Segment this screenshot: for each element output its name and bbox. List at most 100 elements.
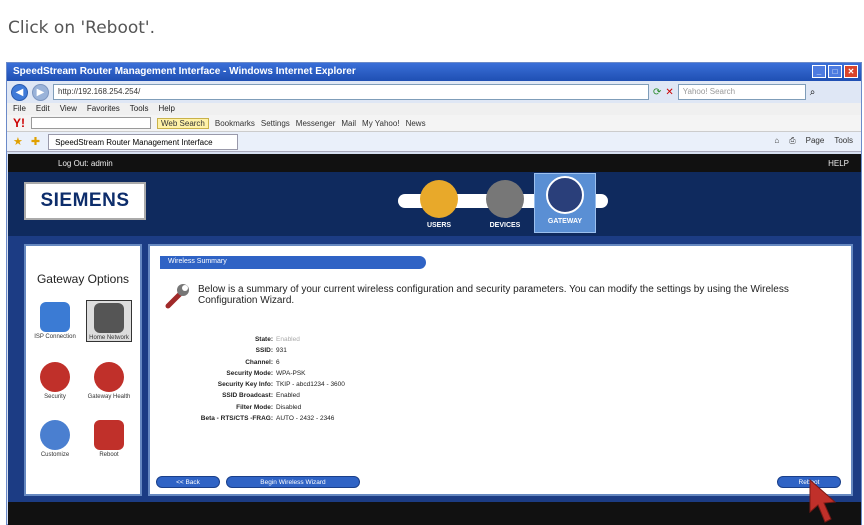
stop-icon[interactable]: ✕ bbox=[665, 87, 673, 98]
nav-devices-label: DEVICES bbox=[489, 222, 521, 229]
minimize-icon[interactable]: _ bbox=[812, 65, 826, 78]
nav-users[interactable]: USERS bbox=[410, 178, 468, 233]
menu-tools[interactable]: Tools bbox=[130, 104, 149, 114]
field-key: State: bbox=[254, 336, 273, 343]
browser-tab[interactable]: SpeedStream Router Management Interface bbox=[48, 133, 239, 150]
url-input[interactable]: http://192.168.254.254/ bbox=[53, 84, 649, 100]
field-value: Disabled bbox=[276, 403, 302, 411]
field-row: Security Key Info: TKIP - abcd1234 - 3600 bbox=[160, 379, 345, 390]
nav-gateway-label: GATEWAY bbox=[547, 218, 583, 225]
window-titlebar: SpeedStream Router Management Interface … bbox=[7, 63, 861, 81]
address-bar-row: ◀ ▶ http://192.168.254.254/ ⟳ ✕ Yahoo! S… bbox=[7, 81, 861, 103]
devices-icon bbox=[486, 180, 524, 218]
instruction-text: Click on 'Reboot'. bbox=[8, 18, 156, 38]
field-key: Beta - RTS/CTS -FRAG: bbox=[200, 415, 273, 423]
option-isp-connection[interactable]: ISP Connection bbox=[32, 302, 78, 340]
forward-arrow-icon[interactable]: ▶ bbox=[32, 83, 49, 101]
page-menu[interactable]: Page bbox=[806, 136, 825, 146]
users-icon bbox=[420, 180, 458, 218]
tab-row: ★ ✚ SpeedStream Router Management Interf… bbox=[7, 132, 861, 152]
home-icon[interactable]: ⌂ bbox=[774, 136, 779, 146]
router-top-bar: Log Out: admin HELP bbox=[8, 154, 861, 172]
window-controls: _ □ ✕ bbox=[812, 65, 858, 78]
menu-file[interactable]: File bbox=[13, 104, 26, 114]
web-search-button[interactable]: Web Search bbox=[157, 117, 209, 129]
command-bar: ⌂ ⎙ Page Tools bbox=[774, 136, 853, 146]
menu-view[interactable]: View bbox=[60, 104, 77, 114]
router-header: SIEMENS USERS DEVICES GATEWAY bbox=[8, 172, 861, 236]
yahoo-toolbar: Y! Web Search Bookmarks Settings Messeng… bbox=[7, 115, 861, 132]
nav-users-label: USERS bbox=[426, 222, 452, 229]
close-icon[interactable]: ✕ bbox=[844, 65, 858, 78]
option-customize-label: Customize bbox=[40, 452, 70, 458]
customize-icon bbox=[40, 420, 70, 450]
tools-menu[interactable]: Tools bbox=[834, 136, 853, 146]
field-key: Security Key Info: bbox=[217, 381, 273, 389]
favorites-star-icon[interactable]: ★ bbox=[13, 135, 23, 148]
mail-button[interactable]: Mail bbox=[341, 119, 356, 128]
nav-devices[interactable]: DEVICES bbox=[476, 178, 534, 233]
router-body: Gateway Options ISP Connection Home Netw… bbox=[8, 236, 861, 502]
option-reboot[interactable]: Reboot bbox=[86, 420, 132, 458]
nav-gateway[interactable]: GATEWAY bbox=[534, 173, 596, 233]
help-link[interactable]: HELP bbox=[828, 159, 849, 168]
option-home-network[interactable]: Home Network bbox=[86, 300, 132, 342]
router-bottom-bar bbox=[8, 502, 861, 525]
option-security[interactable]: Security bbox=[32, 362, 78, 400]
refresh-icon[interactable]: ⟳ bbox=[653, 87, 661, 98]
menu-bar: File Edit View Favorites Tools Help bbox=[7, 103, 861, 115]
field-row: SSID Broadcast: Enabled bbox=[160, 390, 345, 401]
reboot-icon bbox=[94, 420, 124, 450]
field-row: Channel: 6 bbox=[160, 357, 345, 368]
field-row: Filter Mode: Disabled bbox=[160, 402, 345, 413]
window-title: SpeedStream Router Management Interface … bbox=[13, 66, 356, 77]
browser-search-input[interactable]: Yahoo! Search bbox=[677, 84, 806, 100]
field-value: 931 bbox=[276, 347, 287, 355]
yahoo-logo-icon[interactable]: Y! bbox=[13, 116, 25, 130]
menu-edit[interactable]: Edit bbox=[36, 104, 50, 114]
gateway-icon bbox=[546, 176, 584, 214]
yahoo-search-input[interactable] bbox=[31, 117, 151, 129]
field-key: Security Mode: bbox=[226, 369, 273, 377]
settings-button[interactable]: Settings bbox=[261, 119, 290, 128]
wrench-icon bbox=[165, 284, 189, 309]
begin-wireless-wizard-button[interactable]: Begin Wireless Wizard bbox=[226, 476, 360, 488]
option-gateway-health-label: Gateway Health bbox=[87, 394, 131, 400]
field-value: AUTO - 2432 - 2346 bbox=[276, 415, 335, 423]
field-value: 6 bbox=[276, 358, 280, 366]
option-security-label: Security bbox=[44, 394, 66, 400]
wireless-summary-panel: Wireless Summary Below is a summary of y… bbox=[148, 244, 853, 496]
field-key: SSID Broadcast: bbox=[222, 392, 273, 400]
field-value: TKIP - abcd1234 - 3600 bbox=[276, 381, 345, 389]
logout-link[interactable]: Log Out: admin bbox=[58, 159, 113, 168]
wireless-fields: State: Enabled SSID: 931 Channel: 6 Securit… bbox=[160, 334, 345, 424]
back-button[interactable]: << Back bbox=[156, 476, 220, 488]
back-arrow-icon[interactable]: ◀ bbox=[11, 83, 28, 101]
option-gateway-health[interactable]: Gateway Health bbox=[86, 362, 132, 400]
security-icon bbox=[40, 362, 70, 392]
news-button[interactable]: News bbox=[406, 119, 426, 128]
gateway-health-icon bbox=[94, 362, 124, 392]
gateway-options-sidebar: Gateway Options ISP Connection Home Netw… bbox=[24, 244, 142, 496]
action-bar: << Back Begin Wireless Wizard Reboot bbox=[150, 468, 851, 494]
menu-help[interactable]: Help bbox=[158, 104, 174, 114]
field-row: Beta - RTS/CTS -FRAG: AUTO - 2432 - 2346 bbox=[160, 413, 345, 424]
messenger-button[interactable]: Messenger bbox=[296, 119, 336, 128]
add-favorite-icon[interactable]: ✚ bbox=[31, 135, 40, 148]
bookmarks-button[interactable]: Bookmarks bbox=[215, 119, 255, 128]
menu-favorites[interactable]: Favorites bbox=[87, 104, 120, 114]
field-value: WPA-PSK bbox=[276, 369, 306, 377]
option-home-network-label: Home Network bbox=[89, 335, 129, 341]
field-row: State: Enabled bbox=[160, 334, 345, 345]
sidebar-title: Gateway Options bbox=[36, 272, 130, 286]
my-yahoo-button[interactable]: My Yahoo! bbox=[362, 119, 400, 128]
search-icon[interactable]: ⌕ bbox=[810, 87, 816, 98]
router-page: Log Out: admin HELP SIEMENS USERS DEVICE… bbox=[8, 154, 861, 525]
field-key: SSID: bbox=[255, 347, 273, 355]
option-customize[interactable]: Customize bbox=[32, 420, 78, 458]
maximize-icon[interactable]: □ bbox=[828, 65, 842, 78]
field-row: SSID: 931 bbox=[160, 345, 345, 356]
print-icon[interactable]: ⎙ bbox=[789, 136, 795, 146]
section-title: Wireless Summary bbox=[160, 256, 426, 269]
summary-text: Below is a summary of your current wirel… bbox=[198, 284, 789, 306]
